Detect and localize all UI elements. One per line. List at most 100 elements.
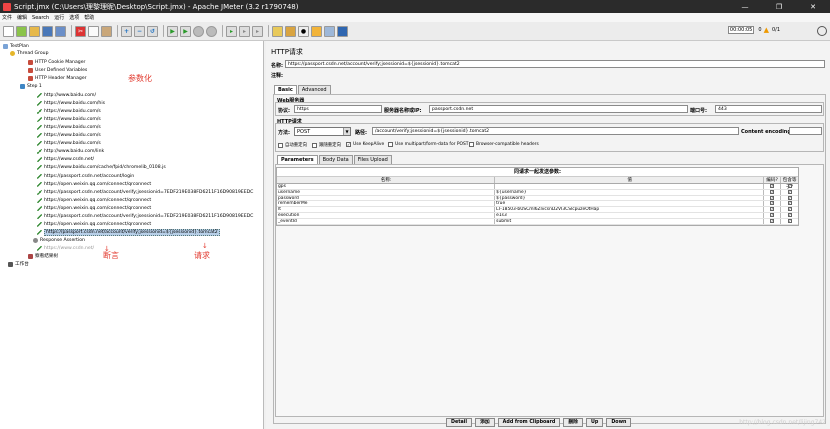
tree-item-sampler[interactable]: https://www.baidu.com/his — [37, 100, 105, 106]
column-header-include-equals[interactable]: 包含等于? — [781, 177, 798, 190]
delete-button[interactable]: 删除 — [563, 418, 583, 427]
tree-item-sampler[interactable]: https://passport.csdn.net/account/login — [37, 173, 134, 179]
keepalive-checkbox[interactable]: ✓ Use KeepAlive — [346, 142, 384, 147]
clear-all-icon[interactable] — [285, 25, 296, 37]
tab-body-data[interactable]: Body Data — [318, 155, 353, 164]
templates-icon[interactable] — [16, 25, 27, 37]
checkbox-checked-icon[interactable]: ✓ — [770, 195, 775, 200]
tree-item-sampler[interactable]: https://passport.csdn.net/account/verify… — [37, 213, 253, 219]
follow-redirects-checkbox[interactable]: 跟随重定向 — [312, 142, 341, 148]
tree-item-user-defined-variables[interactable]: User Defined Variables — [28, 67, 87, 73]
menu-file[interactable]: 文件 — [2, 14, 12, 21]
collapse-icon[interactable]: − — [134, 25, 145, 37]
protocol-field[interactable]: https — [294, 105, 382, 113]
tree-item-view-results-tree[interactable]: 察看结果树 — [28, 253, 58, 259]
up-button[interactable]: Up — [585, 418, 604, 427]
tree-item-sampler[interactable]: https://open.weixin.qq.com/connect/qrcon… — [37, 181, 151, 187]
checkbox-checked-icon[interactable]: ✓ — [770, 201, 775, 206]
menu-search[interactable]: Search — [32, 15, 49, 21]
checkbox-checked-icon[interactable]: ✓ — [787, 212, 792, 217]
checkbox-checked-icon[interactable]: ✓ — [787, 207, 792, 212]
checkbox-checked-icon[interactable]: ✓ — [770, 212, 775, 217]
start-no-pause-icon[interactable]: ▶ — [180, 25, 191, 37]
tree-item-step-1[interactable]: Step 1 — [20, 83, 42, 89]
paste-icon[interactable] — [101, 25, 112, 37]
tree-item-sampler[interactable]: https://passport.csdn.net/account/verify… — [37, 189, 253, 195]
tree-item-sampler[interactable]: https://open.weixin.qq.com/connect/qrcon… — [37, 197, 151, 203]
tree-item-sampler-selected[interactable]: https://passport.csdn.net/account/verify… — [37, 228, 220, 236]
close-button[interactable]: ✕ — [796, 3, 830, 11]
save-as-icon[interactable] — [55, 25, 66, 37]
detail-button[interactable]: Detail — [446, 418, 473, 427]
tree-item-sampler[interactable]: https://www.baidu.com/s — [37, 140, 101, 146]
tree-item-sampler[interactable]: https://www.baidu.com/s — [37, 108, 101, 114]
tree-item-sampler[interactable]: https://open.weixin.qq.com/connect/qrcon… — [37, 205, 151, 211]
help-icon[interactable] — [337, 25, 348, 37]
checkbox-checked-icon[interactable]: ✓ — [770, 189, 775, 194]
down-button[interactable]: Down — [606, 418, 632, 427]
add-from-clipboard-button[interactable]: Add from Clipboard — [497, 418, 561, 427]
remote-shutdown-icon[interactable]: ▸ — [252, 25, 263, 37]
table-row[interactable]: _eventId submit ✓ ✓ — [277, 218, 798, 225]
copy-icon[interactable] — [88, 25, 99, 37]
tree-item-cookie-manager[interactable]: HTTP Cookie Manager — [28, 59, 85, 65]
remote-start-icon[interactable]: ▸ — [226, 25, 237, 37]
browser-headers-checkbox[interactable]: Browser-compatible headers — [469, 142, 539, 147]
checkbox-checked-icon[interactable]: ✓ — [787, 189, 792, 194]
tree-item-testplan[interactable]: TestPlan — [3, 43, 29, 49]
tree-item-sampler[interactable]: https://www.baidu.com/cache/fpid/chromel… — [37, 164, 166, 170]
reset-search-icon[interactable] — [311, 25, 322, 37]
column-header-encode[interactable]: 编码? — [764, 177, 782, 183]
remote-globe-icon[interactable] — [817, 26, 827, 36]
checkbox-checked-icon[interactable]: ✓ — [770, 207, 775, 212]
checkbox-checked-icon[interactable]: ✓ — [787, 184, 792, 188]
cut-icon[interactable]: ✂ — [75, 25, 86, 37]
column-header-name[interactable]: 名称: — [277, 177, 496, 183]
tree-item-sampler[interactable]: http://www.baidu.com/link — [37, 148, 104, 154]
maximize-button[interactable]: ❐ — [762, 3, 796, 11]
menu-options[interactable]: 选项 — [69, 14, 79, 21]
tree-item-header-manager[interactable]: HTTP Header Manager — [28, 75, 87, 81]
save-icon[interactable] — [42, 25, 53, 37]
tree-item-sampler[interactable]: https://www.csdn.net/ — [37, 156, 94, 162]
checkbox-checked-icon[interactable]: ✓ — [787, 218, 792, 223]
content-encoding-field[interactable] — [789, 127, 822, 135]
column-header-value[interactable]: 值 — [495, 177, 765, 183]
menu-run[interactable]: 运行 — [54, 14, 64, 21]
tree-item-sampler[interactable]: https://www.baidu.com/s — [37, 116, 101, 122]
shutdown-icon[interactable] — [206, 25, 217, 37]
expand-icon[interactable]: + — [121, 25, 132, 37]
tree-item-sampler[interactable]: https://open.weixin.qq.com/connect/qrcon… — [37, 221, 151, 227]
search-icon[interactable]: ● — [298, 25, 309, 37]
toggle-icon[interactable]: ↺ — [147, 25, 158, 37]
minimize-button[interactable]: — — [728, 3, 762, 11]
tree-item-sampler[interactable]: https://www.baidu.com/s — [37, 124, 101, 130]
checkbox-checked-icon[interactable]: ✓ — [770, 184, 775, 188]
add-button[interactable]: 添加 — [475, 418, 495, 427]
tree-item-sampler[interactable]: https://www.baidu.com/s — [37, 132, 101, 138]
redirect-auto-checkbox[interactable]: 自动重定向 — [278, 142, 307, 148]
stop-icon[interactable] — [193, 25, 204, 37]
menu-edit[interactable]: 编辑 — [17, 14, 27, 21]
path-field[interactable]: /account/verify;jsessionid=${jsessionid}… — [372, 127, 739, 135]
checkbox-checked-icon[interactable]: ✓ — [787, 201, 792, 206]
remote-stop-icon[interactable]: ▸ — [239, 25, 250, 37]
tab-parameters[interactable]: Parameters — [277, 155, 318, 164]
tab-basic[interactable]: Basic — [274, 85, 297, 94]
new-icon[interactable] — [3, 25, 14, 37]
checkbox-checked-icon[interactable]: ✓ — [770, 218, 775, 223]
tree-item-sampler[interactable]: http://www.baidu.com/ — [37, 92, 96, 98]
warning-icon[interactable]: ▲ — [764, 26, 769, 34]
name-field[interactable]: https://passport.csdn.net/account/verify… — [285, 60, 825, 68]
tree-item-workbench[interactable]: 工作台 — [8, 261, 29, 267]
multipart-checkbox[interactable]: Use multipart/form-data for POST — [388, 142, 468, 147]
method-select[interactable]: POST ▼ — [294, 127, 351, 136]
tab-files-upload[interactable]: Files Upload — [353, 155, 392, 164]
clear-icon[interactable] — [272, 25, 283, 37]
tree-item-response-assertion[interactable]: Response Assertion — [33, 237, 85, 243]
checkbox-checked-icon[interactable]: ✓ — [787, 195, 792, 200]
open-icon[interactable] — [29, 25, 40, 37]
menu-help[interactable]: 帮助 — [84, 14, 94, 21]
function-helper-icon[interactable] — [324, 25, 335, 37]
server-field[interactable]: passport.csdn.net — [429, 105, 688, 113]
